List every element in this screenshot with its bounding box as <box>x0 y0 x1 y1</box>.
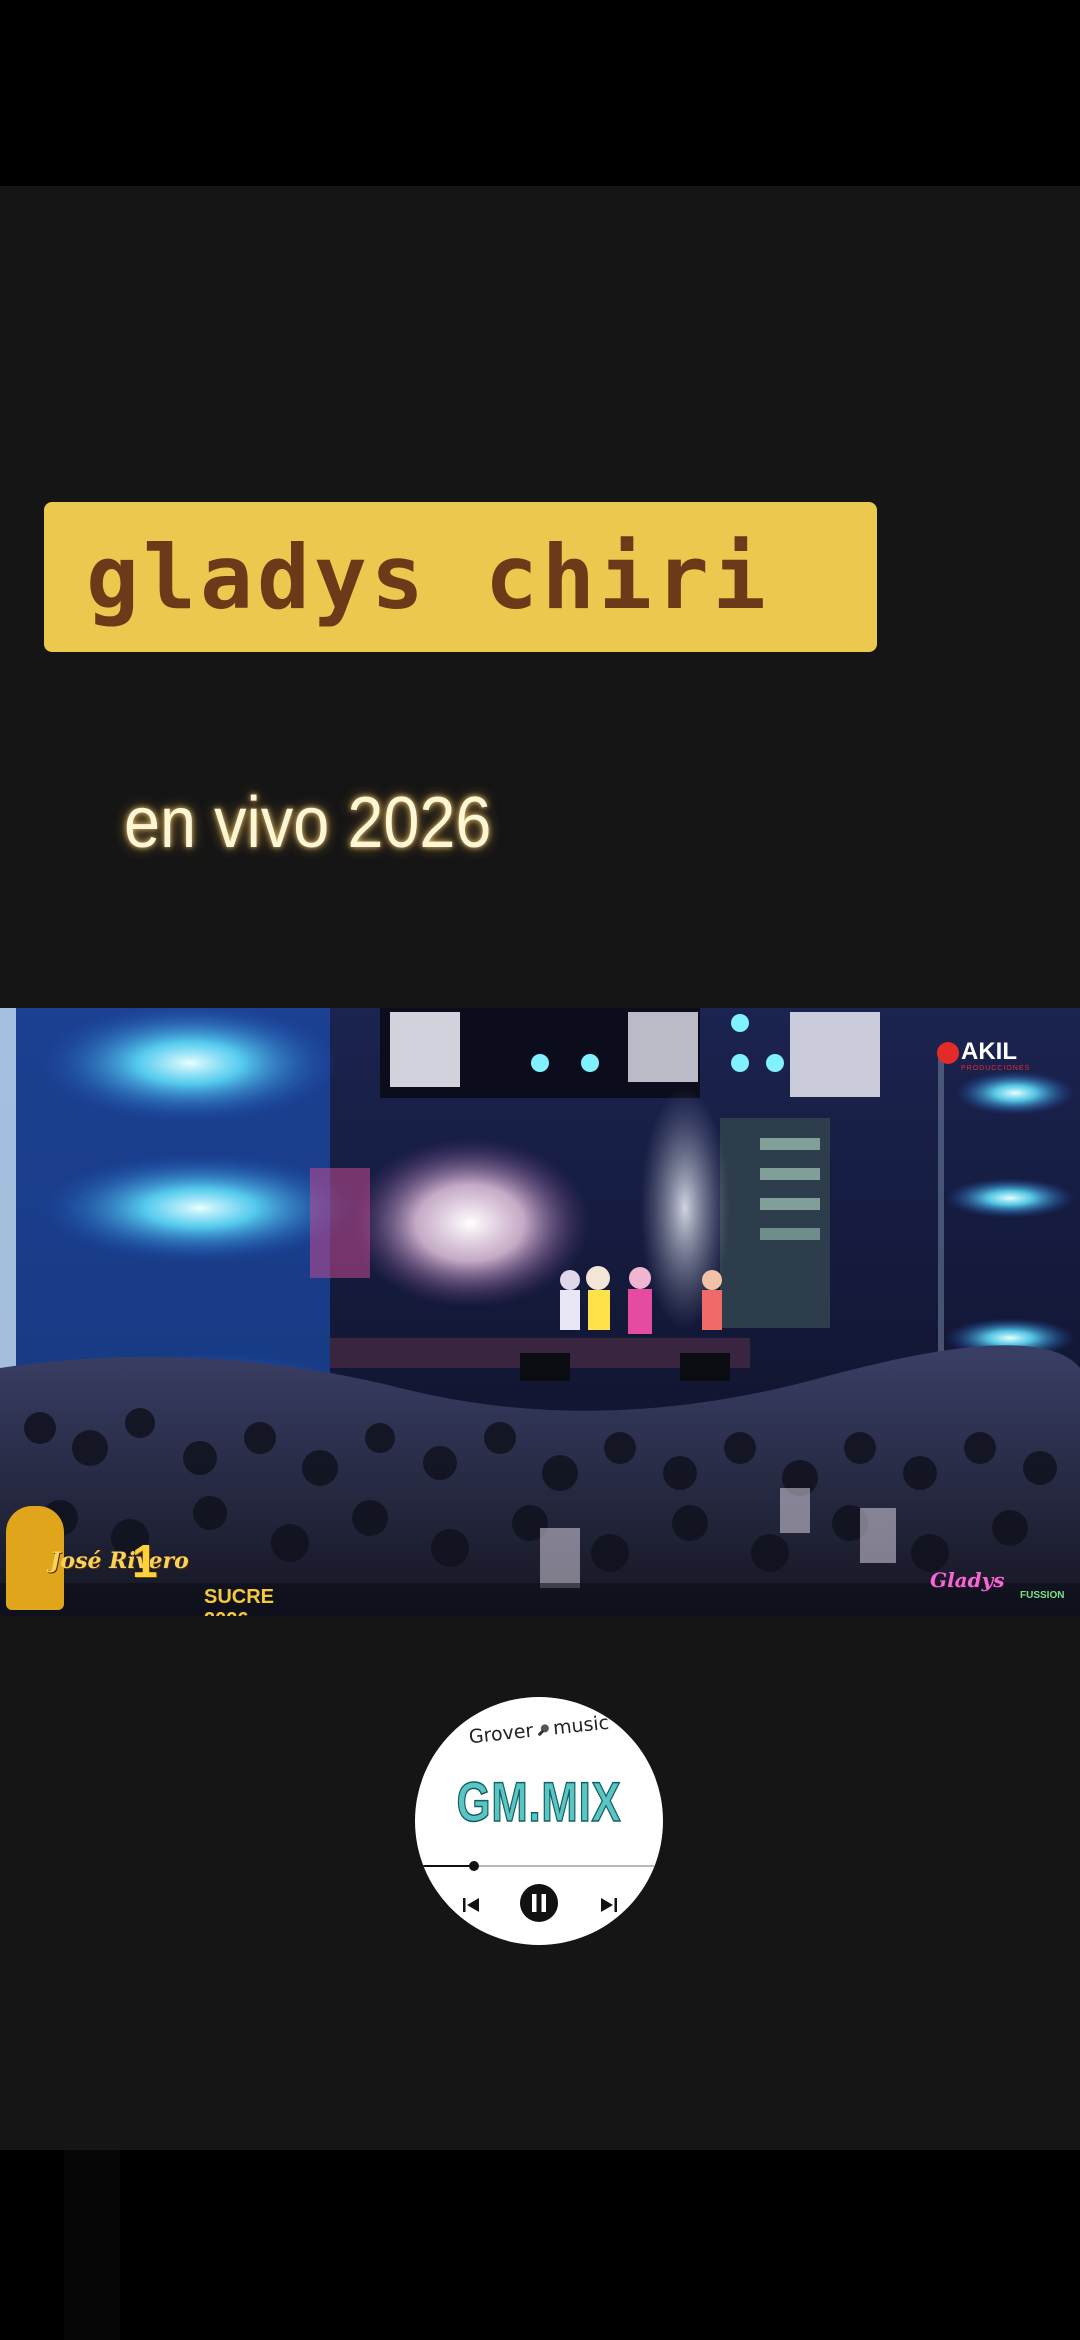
akil-watermark-text: AKIL <box>961 1038 1017 1065</box>
progress-fill <box>423 1865 475 1867</box>
skip-previous-icon <box>463 1898 479 1912</box>
artist-name: José Rivero <box>50 1548 189 1574</box>
fussion-logo: FUSSION <box>1020 1590 1065 1601</box>
gladys-logo: Gladys <box>930 1568 1005 1592</box>
skip-next-button[interactable] <box>597 1893 621 1917</box>
title-text: gladys chiri <box>86 525 770 629</box>
artist-overlay: José Rivero 1 SUCRE 2026 <box>4 1488 314 1616</box>
progress-knob[interactable] <box>469 1861 480 1871</box>
skip-previous-button[interactable] <box>459 1893 483 1917</box>
pause-icon <box>520 1884 558 1922</box>
microphone-icon <box>538 1723 549 1736</box>
akil-watermark-sub: PRODUCCIONES <box>961 1065 1031 1072</box>
skip-next-icon <box>601 1898 617 1912</box>
music-player-widget: Grover music GM.MIX <box>415 1697 663 1945</box>
nav-shadow <box>64 2150 120 2340</box>
player-brand-suffix: music <box>551 1711 611 1740</box>
event-label: SUCRE 2026 <box>204 1586 275 1616</box>
title-banner: gladys chiri <box>44 502 877 652</box>
bottom-letterbox <box>0 2150 1080 2340</box>
pause-button[interactable] <box>519 1883 559 1923</box>
concert-video[interactable]: AKIL PRODUCCIONES José Rivero 1 SUCRE 20… <box>0 1008 1080 1616</box>
top-letterbox <box>0 0 1080 186</box>
anniversary-badge: 1 <box>132 1535 158 1587</box>
player-title: GM.MIX <box>456 1769 622 1834</box>
akil-watermark: AKIL PRODUCCIONES <box>937 1038 1057 1078</box>
player-brand-name: Grover <box>467 1719 535 1749</box>
subtitle-text: en vivo 2026 <box>124 783 492 863</box>
progress-bar[interactable] <box>423 1861 655 1871</box>
